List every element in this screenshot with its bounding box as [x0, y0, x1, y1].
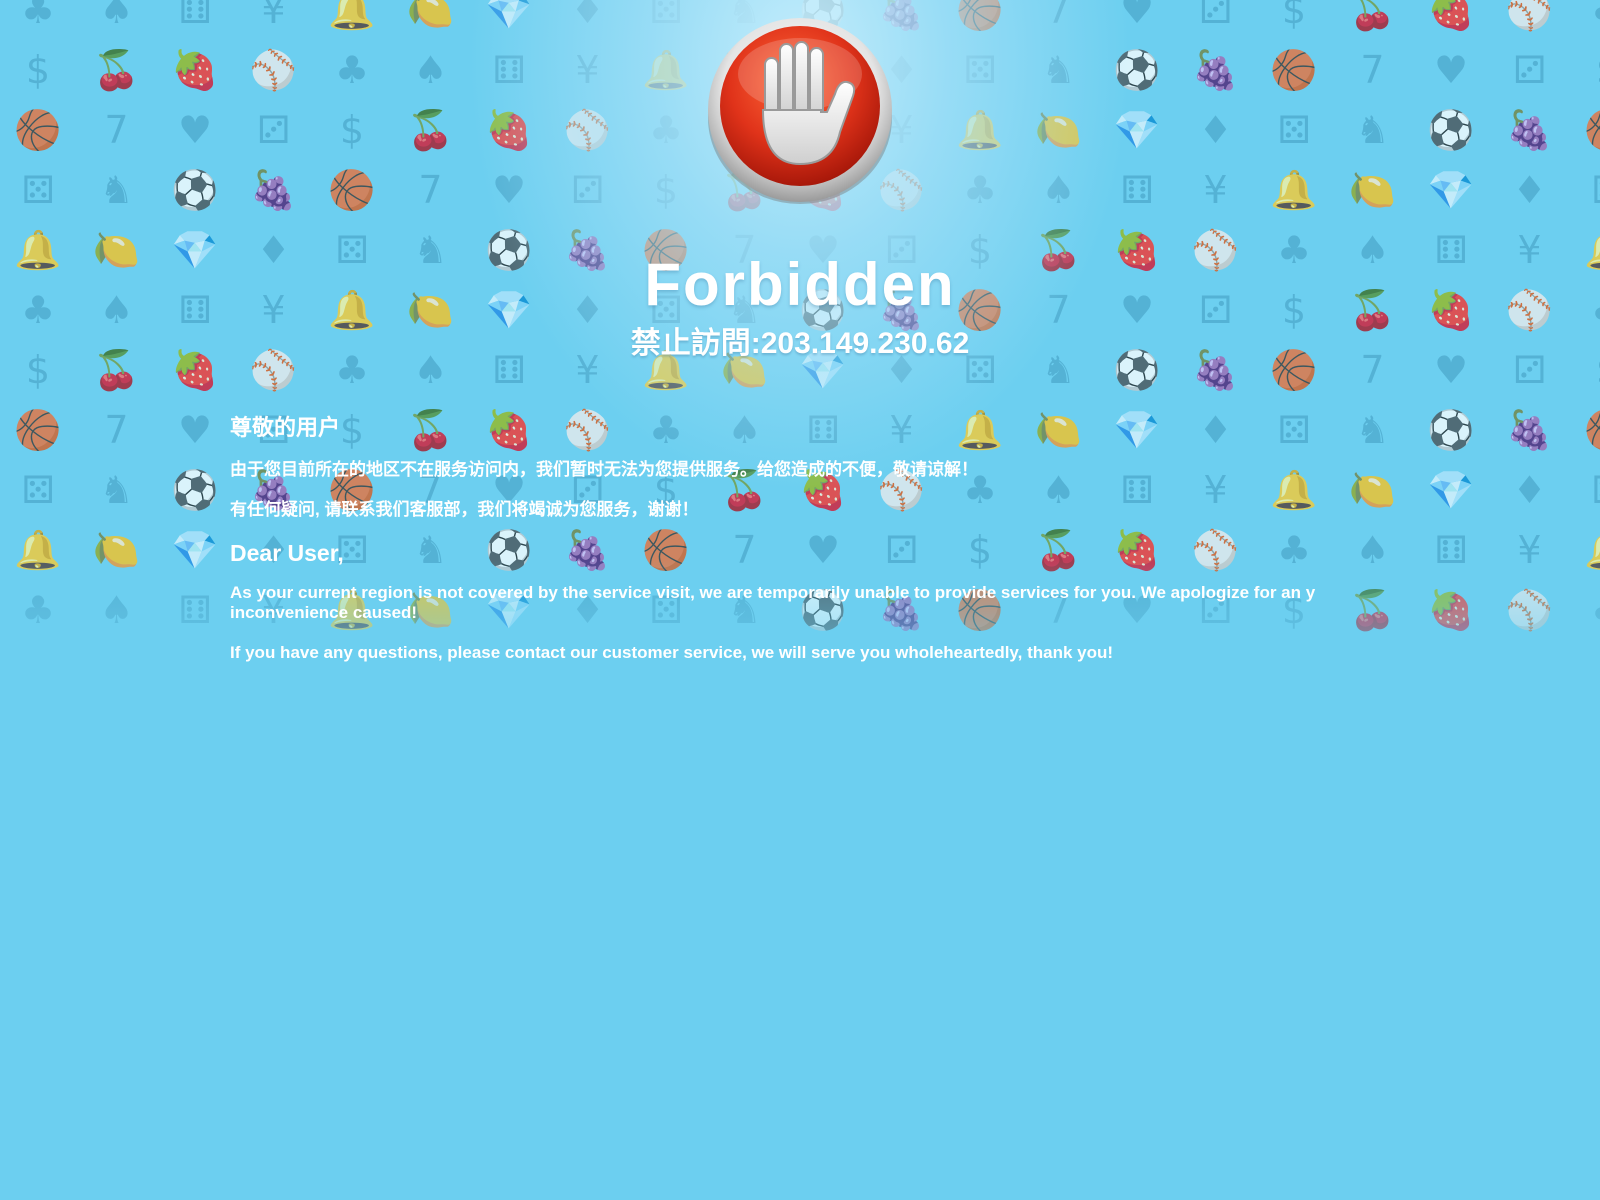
- background-glyph-icon: ⚅: [178, 0, 212, 32]
- background-glyph-icon: ♣: [20, 0, 56, 32]
- background-glyph-icon: ⚂: [256, 108, 291, 152]
- background-glyph-icon: 🍇: [1191, 48, 1240, 92]
- background-glyph-icon: 💎: [1113, 108, 1161, 152]
- background-glyph-icon: ⚅: [1120, 168, 1154, 212]
- background-glyph-icon: 🔔: [1270, 168, 1318, 212]
- background-glyph-icon: 🍇: [1505, 408, 1554, 452]
- background-glyph-icon: ⚄: [21, 468, 55, 512]
- background-glyph-icon: 🍓: [485, 108, 533, 152]
- background-glyph-icon: ⚄: [21, 168, 55, 212]
- background-glyph-icon: 💎: [1427, 468, 1475, 512]
- background-glyph-icon: 🏀: [1584, 108, 1600, 152]
- background-glyph-icon: ¥: [1203, 168, 1228, 212]
- background-glyph-icon: 🍋: [1348, 168, 1397, 212]
- background-glyph-icon: ♣: [962, 168, 998, 212]
- greeting-cn: 尊敬的用户: [230, 415, 341, 440]
- background-glyph-icon: ♦: [1512, 168, 1547, 212]
- paragraph-en-2: If you have any questions, please contac…: [230, 643, 1114, 662]
- background-glyph-icon: ⚄: [1586, 468, 1600, 512]
- background-glyph-icon: ♞: [1355, 108, 1390, 152]
- background-glyph-icon: $: [1586, 48, 1600, 92]
- background-glyph-icon: ⚄: [1586, 168, 1600, 212]
- background-glyph-icon: ⚂: [570, 168, 605, 212]
- background-glyph-icon: ♞: [99, 468, 134, 512]
- paragraph-cn-1: 由于您目前所在的地区不在服务访问内，我们暂时无法为您提供服务。给您造成的不便，敬…: [230, 460, 978, 479]
- background-glyph-icon: 🔔: [328, 0, 376, 32]
- background-glyph-icon: ♣: [1586, 0, 1600, 32]
- stop-hand-icon: [708, 18, 892, 204]
- background-glyph-icon: 7: [418, 168, 443, 212]
- background-glyph-icon: ⚄: [963, 48, 997, 92]
- background-glyph-icon: 7: [1360, 48, 1385, 92]
- background-glyph-icon: ⚽: [1427, 108, 1475, 152]
- background-glyph-icon: ⚂: [1512, 48, 1547, 92]
- background-glyph-icon: ♥: [177, 108, 213, 152]
- background-glyph-icon: 🏀: [328, 168, 376, 212]
- background-glyph-icon: 🍋: [406, 0, 455, 32]
- background-glyph-icon: 🏀: [14, 408, 62, 452]
- background-glyph-icon: $: [339, 108, 365, 152]
- background-glyph-icon: $: [1281, 0, 1307, 32]
- background-glyph-icon: 🏀: [956, 0, 1004, 32]
- background-glyph-icon: ♞: [1041, 48, 1076, 92]
- background-glyph-icon: 💎: [1427, 168, 1475, 212]
- background-glyph-icon: ♞: [99, 168, 134, 212]
- message-body: 尊敬的用户 由于您目前所在的地区不在服务访问内，我们暂时无法为您提供服务。给您造…: [230, 410, 1370, 683]
- background-glyph-icon: ⚄: [649, 0, 683, 32]
- background-glyph-icon: ♥: [1433, 48, 1469, 92]
- background-glyph-icon: 🍋: [1034, 108, 1083, 152]
- greeting-en: Dear User,: [230, 540, 344, 566]
- background-glyph-icon: 🏀: [1270, 48, 1318, 92]
- background-glyph-icon: 🍒: [1348, 0, 1397, 32]
- background-glyph-icon: ⚽: [171, 168, 219, 212]
- background-glyph-icon: 7: [104, 108, 129, 152]
- background-glyph-icon: 7: [1046, 0, 1071, 32]
- background-glyph-icon: ♠: [1041, 168, 1076, 212]
- background-glyph-icon: ⚾: [249, 48, 298, 92]
- background-glyph-icon: ♣: [648, 108, 684, 152]
- page-title: Forbidden: [644, 251, 956, 318]
- background-glyph-icon: ¥: [575, 48, 600, 92]
- background-glyph-icon: ♥: [177, 408, 213, 452]
- background-glyph-icon: ♦: [570, 0, 605, 32]
- forbidden-ip-subtitle: 禁止訪問:203.149.230.62: [630, 327, 970, 360]
- background-glyph-icon: ⚾: [563, 108, 612, 152]
- background-glyph-icon: 🍒: [92, 48, 141, 92]
- background-glyph-icon: ♠: [413, 48, 448, 92]
- background-glyph-icon: 🍇: [249, 168, 298, 212]
- background-glyph-icon: 💎: [485, 0, 533, 32]
- background-glyph-icon: ⚄: [1277, 108, 1311, 152]
- background-glyph-icon: ⚽: [1113, 48, 1161, 92]
- paragraph-en-1: As your current region is not covered by…: [230, 583, 1316, 622]
- background-glyph-icon: ♠: [99, 0, 134, 32]
- background-glyph-icon: 🍒: [406, 108, 455, 152]
- paragraph-cn-2: 有任何疑问, 请联系我们客服部，我们将竭诚为您服务，谢谢！: [230, 500, 699, 519]
- background-glyph-icon: 🏀: [1584, 408, 1600, 452]
- background-glyph-icon: ⚂: [1198, 0, 1233, 32]
- background-glyph-icon: 🍇: [1505, 108, 1554, 152]
- background-glyph-icon: ¥: [261, 0, 286, 32]
- background-glyph-icon: ♣: [334, 48, 370, 92]
- background-glyph-icon: ⚾: [1505, 0, 1554, 32]
- background-glyph-icon: $: [25, 48, 51, 92]
- background-glyph-icon: $: [653, 168, 679, 212]
- background-glyph-icon: ⚅: [492, 48, 526, 92]
- background-glyph-icon: ⚽: [1427, 408, 1475, 452]
- background-glyph-icon: 🔔: [956, 108, 1004, 152]
- background-glyph-icon: 🍓: [171, 48, 219, 92]
- background-glyph-icon: 🏀: [14, 108, 62, 152]
- background-glyph-icon: 🍓: [1427, 0, 1475, 32]
- background-glyph-icon: 🔔: [642, 48, 690, 92]
- background-glyph-icon: ⚽: [171, 468, 219, 512]
- background-glyph-icon: ♦: [1512, 468, 1547, 512]
- background-glyph-icon: 7: [104, 408, 129, 452]
- background-glyph-icon: ♦: [1198, 108, 1233, 152]
- background-glyph-icon: ♥: [491, 168, 527, 212]
- background-glyph-icon: ♥: [1119, 0, 1155, 32]
